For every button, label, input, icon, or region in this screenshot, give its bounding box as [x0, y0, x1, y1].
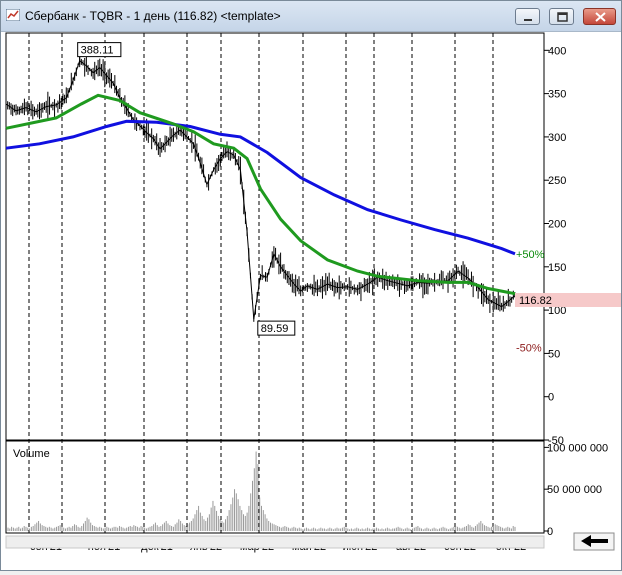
price-chart[interactable]: 400350300250200150100500-50 388.1189.59+… [1, 31, 621, 570]
price-tick-label: 350 [548, 89, 566, 101]
high-price-label: 388.11 [81, 45, 114, 57]
last-price-label: 116.82 [519, 295, 552, 307]
volume-label: Volume [13, 448, 50, 460]
chart-window: Сбербанк - TQBR - 1 день (116.82) <templ… [0, 0, 622, 571]
price-tick-label: 150 [548, 262, 566, 274]
minimize-icon [524, 19, 532, 21]
price-tick-label: 300 [548, 132, 566, 144]
volume-tick-label: 0 [547, 526, 553, 538]
window-title: Сбербанк - TQBR - 1 день (116.82) <templ… [25, 9, 281, 23]
close-button[interactable] [583, 8, 616, 25]
plus-fifty-label: +50% [516, 249, 545, 261]
maximize-icon [557, 12, 568, 22]
volume-tick-label: 100 000 000 [547, 442, 608, 454]
chart-area[interactable]: 400 350 300 250 200 150 100 50 0 -50 388.11 89.59 +… [1, 31, 621, 570]
volume-tick-label: 50 000 000 [547, 484, 602, 496]
low-price-label: 89.59 [261, 323, 289, 335]
time-scrollbar[interactable] [5, 535, 545, 549]
price-tick-label: 250 [548, 175, 566, 187]
price-tick-label: 200 [548, 219, 566, 231]
chart-app-icon [6, 9, 20, 21]
minus-fifty-label: -50% [516, 342, 542, 354]
title-bar[interactable]: Сбербанк - TQBR - 1 день (116.82) <templ… [1, 1, 621, 32]
price-tick-label: 0 [548, 392, 554, 404]
minimize-button[interactable] [515, 8, 540, 25]
price-tick-label: 400 [548, 45, 566, 57]
price-tick-label: 50 [548, 348, 560, 360]
close-icon [595, 12, 606, 22]
maximize-button[interactable] [549, 8, 574, 25]
